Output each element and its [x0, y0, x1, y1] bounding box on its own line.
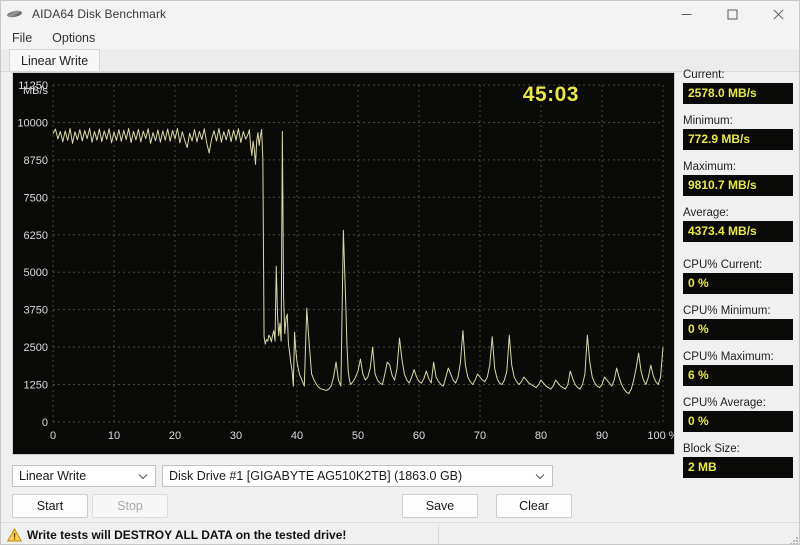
chart-x-tick-label: 20	[169, 430, 181, 442]
chart-y-tick-label: 3750	[24, 305, 48, 317]
chart-y-tick-label: 1250	[24, 380, 48, 392]
stat-cpu-current-label: CPU% Current:	[683, 259, 763, 271]
chart-x-tick-label: 100 %	[647, 430, 674, 442]
disk-platter-icon	[6, 5, 24, 23]
stat-minimum-label: Minimum:	[683, 115, 733, 127]
drive-select-value: Disk Drive #1 [GIGABYTE AG510K2TB] (1863…	[169, 469, 463, 483]
stat-minimum-value: 772.9 MB/s	[683, 129, 793, 150]
chart-x-tick-label: 50	[352, 430, 364, 442]
chart-x-tick-label: 90	[596, 430, 608, 442]
chart-background	[13, 73, 674, 454]
menu-options[interactable]: Options	[43, 29, 104, 47]
title-bar: AIDA64 Disk Benchmark	[1, 1, 799, 28]
chart-y-tick-label: 2500	[24, 342, 48, 354]
stat-cpu-average-value: 0 %	[683, 411, 793, 432]
stat-average-label: Average:	[683, 207, 729, 219]
chart-x-tick-label: 10	[108, 430, 120, 442]
warning-triangle-icon	[6, 527, 23, 542]
stat-block-size-value: 2 MB	[683, 457, 793, 478]
stat-maximum-value: 9810.7 MB/s	[683, 175, 793, 196]
test-type-select[interactable]: Linear Write	[12, 465, 156, 487]
stat-average-value: 4373.4 MB/s	[683, 221, 793, 242]
chart-x-tick-label: 0	[50, 430, 56, 442]
stat-cpu-maximum-value: 6 %	[683, 365, 793, 386]
chart-y-tick-label: 0	[42, 417, 48, 429]
chart-x-tick-label: 70	[474, 430, 486, 442]
save-button[interactable]: Save	[402, 494, 478, 518]
resize-grip[interactable]	[787, 533, 799, 544]
warning-message: Write tests will DESTROY ALL DATA on the…	[27, 527, 347, 542]
stat-current-value: 2578.0 MB/s	[683, 83, 793, 104]
menu-bar: File Options	[1, 27, 799, 49]
drive-select[interactable]: Disk Drive #1 [GIGABYTE AG510K2TB] (1863…	[162, 465, 553, 487]
minimize-button[interactable]	[663, 1, 709, 27]
chart-y-tick-label: 8750	[24, 155, 48, 167]
stat-cpu-current-value: 0 %	[683, 273, 793, 294]
aida64-disk-benchmark-window: AIDA64 Disk Benchmark File Options Linea…	[0, 0, 800, 545]
chart-y-tick-label: 10000	[17, 117, 48, 129]
chart-y-tick-label: 6250	[24, 230, 48, 242]
clear-button[interactable]: Clear	[496, 494, 572, 518]
chevron-down-icon	[535, 469, 545, 483]
stat-cpu-minimum-value: 0 %	[683, 319, 793, 340]
window-controls	[663, 1, 799, 27]
stat-current-label: Current:	[683, 69, 725, 81]
status-divider	[438, 525, 439, 544]
test-type-value: Linear Write	[19, 469, 87, 483]
chart-x-tick-label: 80	[535, 430, 547, 442]
stat-maximum-label: Maximum:	[683, 161, 737, 173]
stat-cpu-minimum-label: CPU% Minimum:	[683, 305, 771, 317]
chart-y-tick-label: 11250	[18, 80, 48, 92]
chart-x-tick-label: 60	[413, 430, 425, 442]
stat-cpu-maximum-label: CPU% Maximum:	[683, 351, 774, 363]
menu-file[interactable]: File	[3, 29, 41, 47]
tab-strip: Linear Write	[1, 49, 799, 72]
maximize-button[interactable]	[709, 1, 755, 27]
start-button[interactable]: Start	[12, 494, 88, 518]
chart-y-tick-label: 7500	[24, 192, 48, 204]
stop-button[interactable]: Stop	[92, 494, 168, 518]
chart-x-tick-label: 30	[230, 430, 242, 442]
statistics-panel: Current: 2578.0 MB/s Minimum: 772.9 MB/s Max…	[683, 69, 795, 489]
chart-x-tick-label: 40	[291, 430, 303, 442]
chart-y-tick-label: 5000	[24, 267, 48, 279]
stat-block-size-label: Block Size:	[683, 443, 740, 455]
stat-cpu-average-label: CPU% Average:	[683, 397, 766, 409]
elapsed-timer: 45:03	[522, 83, 579, 106]
close-button[interactable]	[755, 1, 799, 27]
chart-canvas: MB/s012502500375050006250750087501000011…	[13, 73, 674, 454]
tab-linear-write[interactable]: Linear Write	[9, 49, 101, 71]
window-title: AIDA64 Disk Benchmark	[32, 7, 167, 21]
benchmark-chart: MB/s 0 1250 2500 3750 5000 6250 7500 8750 10000 11…	[12, 72, 675, 455]
status-bar: Write tests will DESTROY ALL DATA on the…	[1, 522, 799, 544]
chevron-down-icon	[138, 469, 148, 483]
